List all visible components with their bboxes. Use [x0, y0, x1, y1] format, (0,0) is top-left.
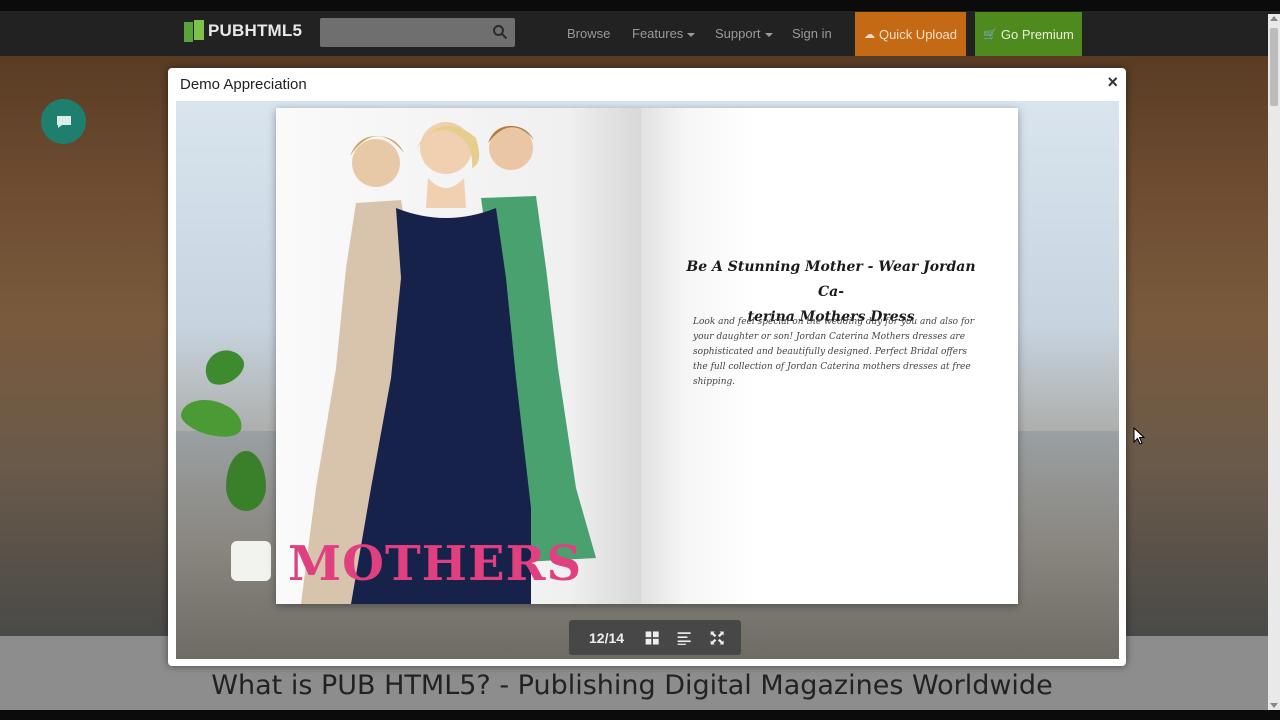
flipbook-viewer[interactable]: MOTHERS Be A Stunning Mother - Wear Jord… — [176, 101, 1119, 659]
page-scrollbar[interactable] — [1268, 14, 1280, 710]
fullscreen-icon[interactable] — [709, 628, 725, 648]
nav-support-label: Support — [715, 26, 761, 41]
chevron-down-icon — [687, 32, 696, 37]
top-navbar: PUBHTML5 Browse Features Support Sign in… — [0, 0, 1280, 56]
plant-decoration — [198, 343, 250, 391]
fashion-photo — [301, 122, 596, 604]
page-indicator[interactable]: 12/14 — [589, 630, 624, 646]
modal-title: Demo Appreciation — [180, 76, 307, 93]
chevron-down-icon — [764, 32, 773, 37]
flipbook[interactable]: MOTHERS Be A Stunning Mother - Wear Jord… — [276, 108, 1018, 604]
nav-support[interactable]: Support — [715, 26, 773, 41]
logo[interactable]: PUBHTML5 — [184, 20, 302, 42]
grid-icon[interactable] — [644, 628, 660, 648]
logo-text: PUBHTML5 — [208, 21, 303, 40]
window-bottom-edge — [0, 710, 1280, 720]
chat-icon — [56, 115, 71, 128]
search-icon[interactable] — [492, 24, 508, 40]
headline-line-1: Be A Stunning Mother - Wear Jordan Ca- — [686, 259, 976, 300]
cart-icon: 🛒 — [983, 28, 997, 41]
book-page-left[interactable]: MOTHERS — [276, 108, 641, 604]
nav-features-label: Features — [632, 26, 684, 41]
nav-features[interactable]: Features — [632, 26, 696, 41]
mouse-pointer-icon — [1133, 427, 1145, 445]
mothers-headline: MOTHERS — [288, 536, 583, 592]
demo-modal: Demo Appreciation × MOTHERS Be A Stunnin… — [168, 68, 1126, 666]
article-body: Look and feel special on the wedding day… — [693, 317, 975, 387]
cloud-upload-icon: ☁ — [863, 28, 875, 41]
viewer-toolbar: 12/14 — [569, 620, 741, 655]
go-premium-button[interactable]: 🛒 Go Premium — [975, 12, 1082, 56]
search-input[interactable] — [320, 18, 515, 47]
nav-signin[interactable]: Sign in — [792, 26, 832, 41]
list-icon[interactable] — [676, 628, 692, 648]
scroll-up-icon[interactable] — [1270, 16, 1278, 21]
page-heading: What is PUB HTML5? - Publishing Digital … — [211, 670, 1053, 701]
scroll-thumb[interactable] — [1270, 28, 1278, 106]
scroll-down-icon[interactable] — [1270, 703, 1278, 708]
logo-icon — [184, 20, 204, 42]
close-icon[interactable]: × — [1107, 72, 1118, 93]
book-page-right[interactable]: Be A Stunning Mother - Wear Jordan Ca- t… — [641, 108, 1018, 604]
go-premium-label: Go Premium — [1000, 26, 1074, 42]
nav-browse[interactable]: Browse — [567, 26, 610, 41]
chat-button[interactable] — [41, 99, 86, 144]
vase-decoration — [231, 541, 271, 581]
quick-upload-label: Quick Upload — [878, 26, 958, 42]
quick-upload-button[interactable]: ☁ Quick Upload — [855, 12, 966, 56]
